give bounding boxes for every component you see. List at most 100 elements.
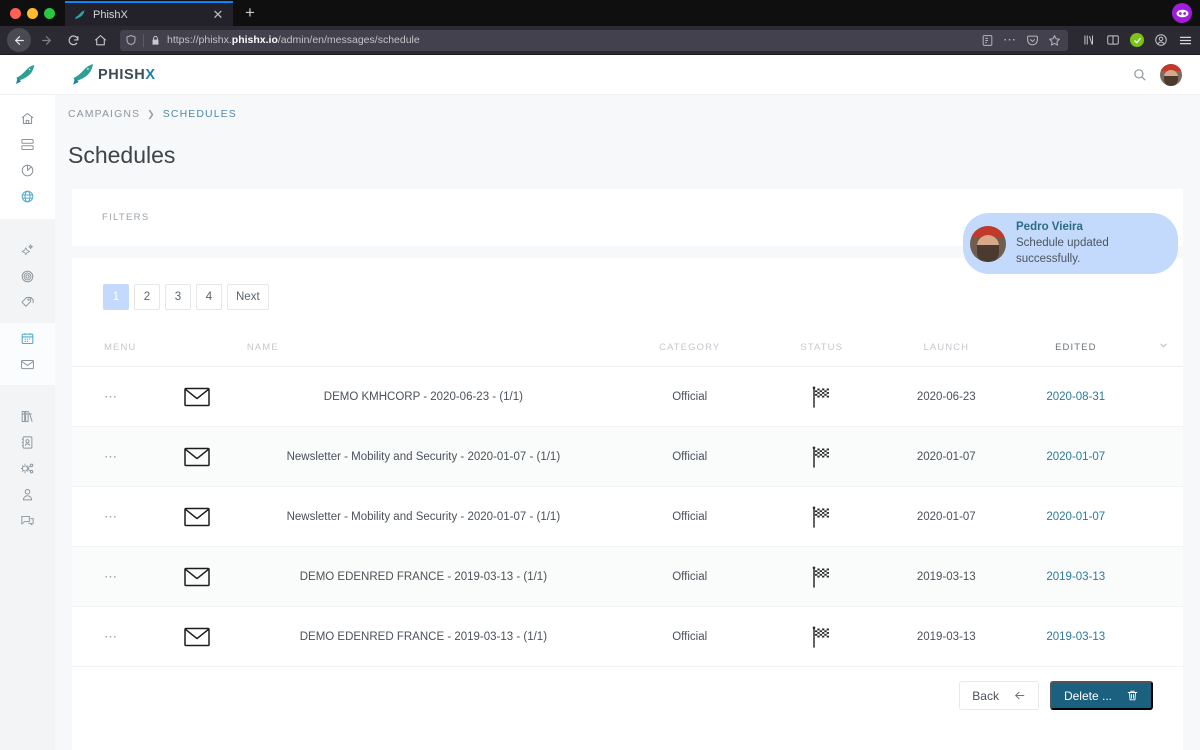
row-menu-button[interactable]: ⋯ <box>72 606 167 667</box>
row-menu-button[interactable]: ⋯ <box>72 546 167 607</box>
column-header-name[interactable]: NAME <box>166 332 620 367</box>
close-window-button[interactable] <box>10 7 21 19</box>
envelope-icon[interactable] <box>167 627 227 647</box>
browser-tab[interactable]: PhishX ✕ <box>65 1 233 26</box>
page-title: Schedules <box>68 142 176 168</box>
notification-toast[interactable]: Pedro Vieira Schedule updated successful… <box>963 213 1178 275</box>
breadcrumb-schedules[interactable]: SCHEDULES <box>163 108 237 120</box>
sidebar-item-contacts[interactable] <box>11 429 45 455</box>
row-edited[interactable]: 2020-01-07 <box>1008 426 1183 487</box>
back-arrow-icon[interactable] <box>7 28 31 52</box>
envelope-icon[interactable] <box>167 387 227 407</box>
sidebar-item-tags[interactable] <box>11 289 45 315</box>
sidebar-item-goals[interactable] <box>11 263 45 289</box>
home-icon[interactable] <box>88 28 112 52</box>
sidebar-icon[interactable] <box>1106 33 1120 47</box>
new-tab-button[interactable]: + <box>233 4 265 23</box>
column-header-category[interactable]: CATEGORY <box>619 332 760 367</box>
page-actions-icon[interactable]: ⋯ <box>1003 33 1017 45</box>
row-edited[interactable]: 2020-08-31 <box>1008 366 1183 427</box>
envelope-icon[interactable] <box>167 447 227 467</box>
star-bookmark-icon[interactable] <box>1048 34 1061 47</box>
row-edited[interactable]: 2019-03-13 <box>1008 546 1183 607</box>
back-button-label: Back <box>972 688 999 703</box>
pagination-page-3[interactable]: 3 <box>165 284 191 310</box>
column-header-menu: MENU <box>72 332 167 367</box>
minimize-window-button[interactable] <box>27 7 38 19</box>
mask-extension-icon[interactable] <box>1172 3 1192 23</box>
envelope-icon[interactable] <box>167 507 227 527</box>
phishx-fish-icon <box>73 8 86 21</box>
sidebar-item-dashboard[interactable] <box>11 131 45 157</box>
filters-label: FILTERS <box>102 212 150 223</box>
row-category: Official <box>619 486 760 547</box>
table-row[interactable]: ⋯ Newsletter - Mobility and Security - 2… <box>72 426 1183 487</box>
row-name: Newsletter - Mobility and Security - 202… <box>286 510 561 523</box>
phishx-app: PHISHX CAMPAIGNS ❯ SCHEDULES Schedules P… <box>0 55 1200 750</box>
sidebar-item-reports[interactable] <box>11 157 45 183</box>
row-menu-button[interactable]: ⋯ <box>72 486 167 547</box>
sidebar-item-campaigns[interactable] <box>11 237 45 263</box>
delete-button[interactable]: Delete ... <box>1049 681 1153 710</box>
green-check-icon[interactable] <box>1130 33 1144 47</box>
column-header-launch[interactable]: LAUNCH <box>884 332 1009 367</box>
table-row[interactable]: ⋯ DEMO EDENRED FRANCE - 2019-03-13 - (1/… <box>72 546 1183 607</box>
app-logo[interactable]: PHISHX <box>71 62 156 88</box>
account-icon[interactable] <box>1154 33 1168 47</box>
row-launch: 2019-03-13 <box>884 606 1009 667</box>
notification-message: Schedule updated successfully. <box>1016 236 1109 265</box>
shield-icon[interactable] <box>125 34 137 46</box>
pagination-page-1[interactable]: 1 <box>103 284 129 310</box>
sidebar-item-messages[interactable] <box>11 351 45 377</box>
notification-text: Pedro Vieira Schedule updated successful… <box>1016 220 1166 267</box>
close-icon[interactable]: ✕ <box>211 8 225 21</box>
hamburger-menu-icon[interactable] <box>1178 33 1193 48</box>
sidebar-group-admin <box>0 385 55 541</box>
breadcrumb: CAMPAIGNS ❯ SCHEDULES <box>55 95 1200 120</box>
table-row[interactable]: ⋯ Newsletter - Mobility and Security - 2… <box>72 486 1183 547</box>
sidebar-item-schedules[interactable] <box>11 325 45 351</box>
table-footer-actions: Back Delete ... <box>72 667 1183 726</box>
chevron-down-icon[interactable] <box>1143 332 1183 367</box>
sidebar-item-support[interactable] <box>11 507 45 533</box>
sidebar-item-home[interactable] <box>11 105 45 131</box>
row-name: DEMO EDENRED FRANCE - 2019-03-13 - (1/1) <box>299 630 548 643</box>
sidebar-item-targets[interactable] <box>11 183 45 209</box>
row-menu-button[interactable]: ⋯ <box>72 366 167 427</box>
table-row[interactable]: ⋯ DEMO KMHCORP - 2020-06-23 - (1/1) Offi… <box>72 366 1183 427</box>
avatar <box>970 225 1006 262</box>
checkered-flag-icon <box>759 546 885 607</box>
pagination-next[interactable]: Next <box>227 284 269 310</box>
back-button[interactable]: Back <box>959 681 1039 710</box>
table-row[interactable]: ⋯ DEMO EDENRED FRANCE - 2019-03-13 - (1/… <box>72 606 1183 667</box>
phishx-fish-logo[interactable] <box>14 63 38 87</box>
row-edited[interactable]: 2020-01-07 <box>1008 486 1183 547</box>
row-edited[interactable]: 2019-03-13 <box>1008 606 1183 667</box>
trash-icon <box>1126 689 1139 702</box>
envelope-icon[interactable] <box>167 567 227 587</box>
sidebar-group-campaigns <box>0 219 55 323</box>
pagination-page-2[interactable]: 2 <box>134 284 160 310</box>
row-launch: 2020-01-07 <box>884 486 1009 547</box>
pagination-page-4[interactable]: 4 <box>196 284 222 310</box>
search-icon[interactable] <box>1132 67 1147 82</box>
avatar[interactable] <box>1160 63 1182 86</box>
forward-arrow-icon[interactable] <box>34 28 58 52</box>
app-header-actions <box>1132 63 1182 86</box>
row-launch: 2020-06-23 <box>884 366 1009 427</box>
url-bar[interactable]: https://phishx.phishx.io/admin/en/messag… <box>120 29 1068 51</box>
sidebar-item-users[interactable] <box>11 481 45 507</box>
sidebar-item-integrations[interactable] <box>11 455 45 481</box>
reload-icon[interactable] <box>61 28 85 52</box>
browser-tab-title: PhishX <box>93 8 128 21</box>
column-header-status[interactable]: STATUS <box>759 332 885 367</box>
reader-view-icon[interactable] <box>981 34 994 47</box>
pocket-icon[interactable] <box>1026 34 1039 47</box>
column-header-edited[interactable]: EDITED <box>1008 332 1144 367</box>
maximize-window-button[interactable] <box>44 7 55 19</box>
sidebar-item-library[interactable] <box>11 403 45 429</box>
browser-toolbar: https://phishx.phishx.io/admin/en/messag… <box>0 26 1200 55</box>
breadcrumb-campaigns[interactable]: CAMPAIGNS <box>68 108 140 120</box>
row-menu-button[interactable]: ⋯ <box>72 426 167 487</box>
library-icon[interactable] <box>1082 33 1096 47</box>
